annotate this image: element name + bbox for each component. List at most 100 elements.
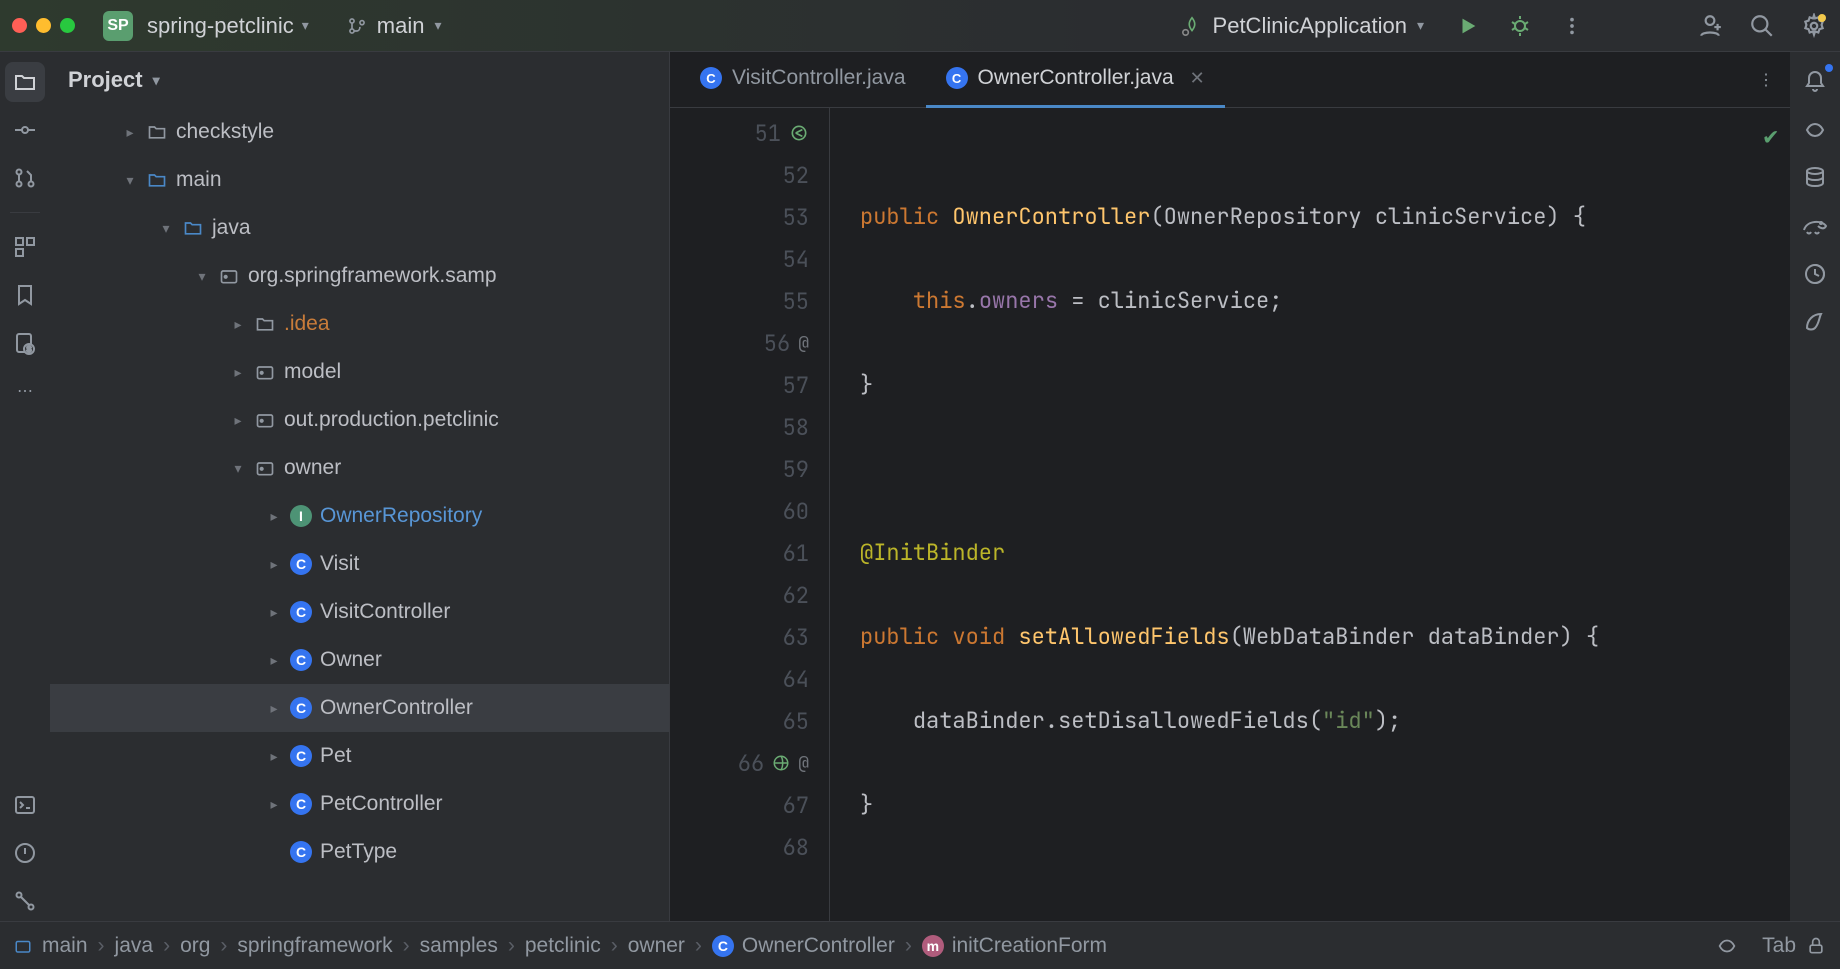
database-side-button[interactable]: $ bbox=[5, 323, 45, 363]
tree-arrow-icon[interactable]: ▸ bbox=[266, 652, 282, 669]
tree-arrow-icon[interactable]: ▸ bbox=[266, 700, 282, 717]
tree-row[interactable]: ▸IOwnerRepository bbox=[50, 492, 669, 540]
gutter-line[interactable]: 59 bbox=[670, 448, 829, 490]
tree-arrow-icon[interactable]: ▸ bbox=[266, 748, 282, 765]
code-with-me-button[interactable] bbox=[1696, 12, 1724, 40]
tree-row[interactable]: ▸.idea bbox=[50, 300, 669, 348]
run-config-selector[interactable]: PetClinicApplication ▾ bbox=[1181, 13, 1424, 39]
tree-arrow-icon[interactable]: ▾ bbox=[230, 460, 246, 477]
pull-requests-tool-button[interactable] bbox=[5, 158, 45, 198]
tree-row[interactable]: ▸CVisit bbox=[50, 540, 669, 588]
spring-tool-button[interactable] bbox=[1795, 302, 1835, 342]
tree-row[interactable]: ▾main bbox=[50, 156, 669, 204]
gutter-line[interactable]: 57 bbox=[670, 364, 829, 406]
terminal-tool-button[interactable] bbox=[5, 785, 45, 825]
tree-row[interactable]: ▾org.springframework.samp bbox=[50, 252, 669, 300]
project-tree[interactable]: ▸checkstyle▾main▾java▾org.springframewor… bbox=[50, 108, 669, 921]
gutter-line[interactable]: 61 bbox=[670, 532, 829, 574]
project-panel-header[interactable]: Project ▾ bbox=[50, 52, 669, 108]
breadcrumb-class[interactable]: C OwnerController bbox=[712, 934, 895, 958]
close-tab-button[interactable]: ✕ bbox=[1190, 68, 1205, 89]
tree-row[interactable]: ▸checkstyle bbox=[50, 108, 669, 156]
tree-arrow-icon[interactable]: ▸ bbox=[230, 412, 246, 429]
gutter-line[interactable]: 68 bbox=[670, 826, 829, 868]
structure-tool-button[interactable] bbox=[5, 227, 45, 267]
commit-tool-button[interactable] bbox=[5, 110, 45, 150]
breadcrumb-method[interactable]: m initCreationForm bbox=[922, 934, 1107, 958]
tree-arrow-icon[interactable]: ▾ bbox=[194, 268, 210, 285]
tree-row[interactable]: ▸CVisitController bbox=[50, 588, 669, 636]
gradle-tool-button[interactable] bbox=[1795, 206, 1835, 246]
breadcrumb-item[interactable]: main bbox=[42, 934, 88, 958]
branch-selector[interactable]: main ▾ bbox=[347, 13, 442, 39]
gutter-line[interactable]: 60 bbox=[670, 490, 829, 532]
settings-button[interactable] bbox=[1800, 12, 1828, 40]
ai-assistant-button[interactable] bbox=[1795, 110, 1835, 150]
gutter-line[interactable]: 66@ bbox=[670, 742, 829, 784]
tree-arrow-icon[interactable]: ▸ bbox=[230, 316, 246, 333]
tree-row[interactable]: ▸COwner bbox=[50, 636, 669, 684]
tree-row[interactable]: ▸model bbox=[50, 348, 669, 396]
tree-arrow-icon[interactable]: ▸ bbox=[266, 508, 282, 525]
gutter-line[interactable]: 62 bbox=[670, 574, 829, 616]
tree-row[interactable]: ▾java bbox=[50, 204, 669, 252]
breadcrumb-item[interactable]: org bbox=[180, 934, 210, 958]
editor-tab[interactable]: CVisitController.java bbox=[680, 52, 926, 108]
breadcrumb-item[interactable]: samples bbox=[420, 934, 498, 958]
problems-tool-button[interactable] bbox=[5, 833, 45, 873]
gutter-line[interactable]: 58 bbox=[670, 406, 829, 448]
editor-tab[interactable]: COwnerController.java✕ bbox=[926, 52, 1225, 108]
gutter-line[interactable]: 65 bbox=[670, 700, 829, 742]
tree-arrow-icon[interactable]: ▾ bbox=[122, 172, 138, 189]
tree-arrow-icon[interactable]: ▾ bbox=[158, 220, 174, 237]
gutter-line[interactable]: 63 bbox=[670, 616, 829, 658]
breadcrumb-item[interactable]: petclinic bbox=[525, 934, 601, 958]
coverage-tool-button[interactable] bbox=[1795, 254, 1835, 294]
tree-row[interactable]: ▸COwnerController bbox=[50, 684, 669, 732]
gutter-line[interactable]: 54 bbox=[670, 238, 829, 280]
more-actions-button[interactable] bbox=[1558, 12, 1586, 40]
breadcrumb-item[interactable]: java bbox=[115, 934, 154, 958]
tree-arrow-icon[interactable]: ▸ bbox=[230, 364, 246, 381]
tree-row[interactable]: ▸CPet bbox=[50, 732, 669, 780]
gutter-line[interactable]: 52 bbox=[670, 154, 829, 196]
maximize-window-button[interactable] bbox=[60, 18, 75, 33]
gutter-line[interactable]: 51 bbox=[670, 112, 829, 154]
close-window-button[interactable] bbox=[12, 18, 27, 33]
gutter[interactable]: 515253545556@57585960616263 64 6566@6768 bbox=[670, 108, 830, 921]
gutter-line[interactable]: 53 bbox=[670, 196, 829, 238]
tree-row[interactable]: ▾owner bbox=[50, 444, 669, 492]
spiral-icon[interactable] bbox=[1716, 935, 1738, 957]
tree-row[interactable]: CPetType bbox=[50, 828, 669, 876]
gutter-line[interactable]: 64 bbox=[670, 658, 829, 700]
version-control-tool-button[interactable] bbox=[5, 881, 45, 921]
tree-row[interactable]: ▸out.production.petclinic bbox=[50, 396, 669, 444]
notifications-button[interactable] bbox=[1795, 62, 1835, 102]
run-button[interactable] bbox=[1454, 12, 1482, 40]
debug-button[interactable] bbox=[1506, 12, 1534, 40]
breadcrumb-item[interactable]: owner bbox=[628, 934, 685, 958]
gutter-line[interactable]: 56@ bbox=[670, 322, 829, 364]
project-tool-button[interactable] bbox=[5, 62, 45, 102]
titlebar: SP spring-petclinic ▾ main ▾ PetClinicAp… bbox=[0, 0, 1840, 52]
inspection-ok-icon[interactable]: ✔ bbox=[1764, 116, 1778, 158]
gutter-line[interactable]: 55 bbox=[670, 280, 829, 322]
more-tool-windows-button[interactable]: ⋯ bbox=[5, 371, 45, 411]
line-number: 64 bbox=[783, 665, 809, 694]
tree-arrow-icon[interactable]: ▸ bbox=[266, 556, 282, 573]
database-tool-button[interactable] bbox=[1795, 158, 1835, 198]
code-content[interactable]: ✔ public OwnerController(OwnerRepository… bbox=[830, 108, 1790, 921]
tree-arrow-icon[interactable]: ▸ bbox=[122, 124, 138, 141]
search-button[interactable] bbox=[1748, 12, 1776, 40]
tree-arrow-icon[interactable]: ▸ bbox=[266, 604, 282, 621]
line-number: 66 bbox=[738, 749, 764, 778]
bookmarks-tool-button[interactable] bbox=[5, 275, 45, 315]
tree-row[interactable]: ▸CPetController bbox=[50, 780, 669, 828]
tabs-menu-button[interactable]: ⋮ bbox=[1742, 70, 1790, 90]
project-selector[interactable]: spring-petclinic ▾ bbox=[147, 13, 309, 39]
tree-arrow-icon[interactable]: ▸ bbox=[266, 796, 282, 813]
gutter-line[interactable]: 67 bbox=[670, 784, 829, 826]
lock-icon[interactable] bbox=[1806, 936, 1826, 956]
minimize-window-button[interactable] bbox=[36, 18, 51, 33]
breadcrumb-item[interactable]: springframework bbox=[237, 934, 392, 958]
